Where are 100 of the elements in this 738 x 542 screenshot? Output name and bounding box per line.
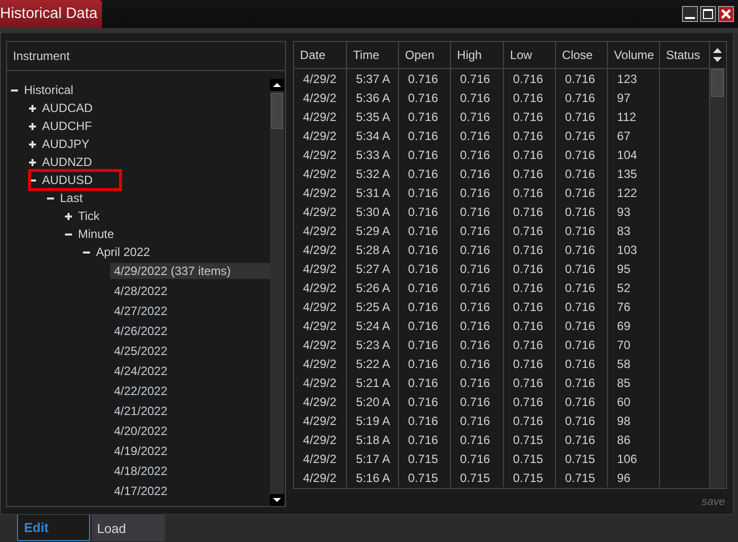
table-cell: 0.716 [504,183,556,202]
table-cell: 5:34 A [347,126,400,145]
table-cell: 4/29/2 [294,316,348,335]
tree-item[interactable]: 4/21/2022 [110,403,172,419]
table-cell: 0.716 [399,335,452,354]
table-cell: 4/29/2 [294,145,348,164]
table-cell: 0.716 [451,278,504,297]
scrollbar[interactable] [270,79,284,506]
table-cell: 0.716 [399,107,452,126]
table-cell: 0.716 [451,107,504,126]
table-cell: 0.716 [556,202,608,221]
tab[interactable]: Edit [17,515,90,541]
tree-item[interactable]: 4/17/2022 [110,483,172,499]
table-cell: 76 [608,297,660,316]
tree-item[interactable]: 4/29/2022 (337 items) [110,263,270,279]
table-cell: 0.716 [451,259,504,278]
expand-icon[interactable] [28,104,36,112]
tree-item[interactable]: AUDJPY [38,136,94,152]
column-header[interactable]: Status [660,42,710,69]
column-header[interactable]: Close [556,42,608,69]
minimize-button[interactable] [682,6,698,22]
table-cell: 0.716 [399,316,452,335]
tree-item[interactable]: 4/22/2022 [110,383,172,399]
table-cell: 5:21 A [347,373,400,392]
table-cell: 0.716 [504,221,556,240]
table-cell: 4/29/2 [294,278,348,297]
table-cell: 4/29/2 [294,335,348,354]
collapse-icon[interactable] [28,176,36,184]
table-cell: 0.716 [399,69,452,88]
table-cell: 0.716 [451,88,504,107]
table-cell: 0.716 [399,411,452,430]
expand-icon[interactable] [64,212,72,220]
scroll-down-icon[interactable] [273,498,282,502]
table-cell: 5:33 A [347,145,400,164]
expand-icon[interactable] [28,122,36,130]
table-cell: 0.716 [556,126,608,145]
table-cell: 4/29/2 [294,297,348,316]
maximize-button[interactable] [700,6,716,22]
table-cell: 0.715 [504,430,556,449]
table-cell: 4/29/2 [294,126,348,145]
tree-item[interactable]: 4/19/2022 [110,443,172,459]
scroll-thumb[interactable] [711,69,724,97]
table-cell: 0.716 [556,278,608,297]
table-cell: 0.716 [504,69,556,88]
collapse-icon[interactable] [64,230,72,238]
table-cell: 96 [608,468,660,487]
table-cell: 0.716 [504,354,556,373]
table-cell: 112 [608,107,660,126]
table-cell: 122 [608,183,660,202]
table-cell: 4/29/2 [294,202,348,221]
tree-item[interactable]: April 2022 [92,244,154,260]
column-header[interactable]: High [451,42,504,69]
table-cell: 0.716 [451,297,504,316]
table-cell: 5:32 A [347,164,400,183]
tree-item[interactable]: AUDUSD [38,172,97,188]
table-cell: 123 [608,69,660,88]
column-header[interactable]: Open [399,42,452,69]
table-cell: 52 [608,278,660,297]
close-button[interactable] [718,6,734,22]
table-cell: 5:25 A [347,297,400,316]
table-cell: 5:27 A [347,259,400,278]
table-cell: 0.716 [451,411,504,430]
collapse-icon[interactable] [82,248,90,256]
tree-item[interactable]: Tick [74,208,104,224]
expand-icon[interactable] [28,158,36,166]
tree-item[interactable]: 4/28/2022 [110,283,172,299]
table-cell: 5:30 A [347,202,400,221]
scroll-arrows-icon[interactable] [713,48,722,62]
table-cell: 69 [608,316,660,335]
column-header[interactable]: Time [347,42,400,69]
tree-item[interactable]: 4/26/2022 [110,323,172,339]
tree-item[interactable]: 4/24/2022 [110,363,172,379]
table-cell: 0.716 [504,240,556,259]
table-cell: 0.716 [451,202,504,221]
expand-icon[interactable] [28,140,36,148]
column-header[interactable]: Volume [608,42,660,69]
tree-item[interactable]: Minute [74,226,118,242]
scroll-thumb[interactable] [271,93,284,129]
tree-item[interactable]: 4/18/2022 [110,463,172,479]
tree-item[interactable]: Historical [20,82,78,98]
column-header[interactable]: Low [504,42,556,69]
table-cell: 0.715 [504,468,556,487]
table-cell: 0.716 [504,316,556,335]
table-cell: 5:22 A [347,354,400,373]
tree-item[interactable]: AUDNZD [38,154,96,170]
tree-item[interactable]: AUDCHF [38,118,96,134]
tree-item[interactable]: 4/25/2022 [110,343,172,359]
tree-item[interactable]: 4/20/2022 [110,423,172,439]
column-header[interactable]: Date [294,42,348,69]
collapse-icon[interactable] [46,194,54,202]
table-cell: 0.716 [399,126,452,145]
table-cell: 0.716 [504,88,556,107]
tree-item[interactable]: Last [56,190,87,206]
table-cell: 0.716 [399,354,452,373]
tree-item[interactable]: AUDCAD [38,100,97,116]
tab[interactable]: Load [92,515,165,541]
scroll-up-icon[interactable] [273,83,282,87]
collapse-icon[interactable] [10,86,18,94]
scrollbar[interactable] [710,69,726,488]
tree-item[interactable]: 4/27/2022 [110,303,172,319]
